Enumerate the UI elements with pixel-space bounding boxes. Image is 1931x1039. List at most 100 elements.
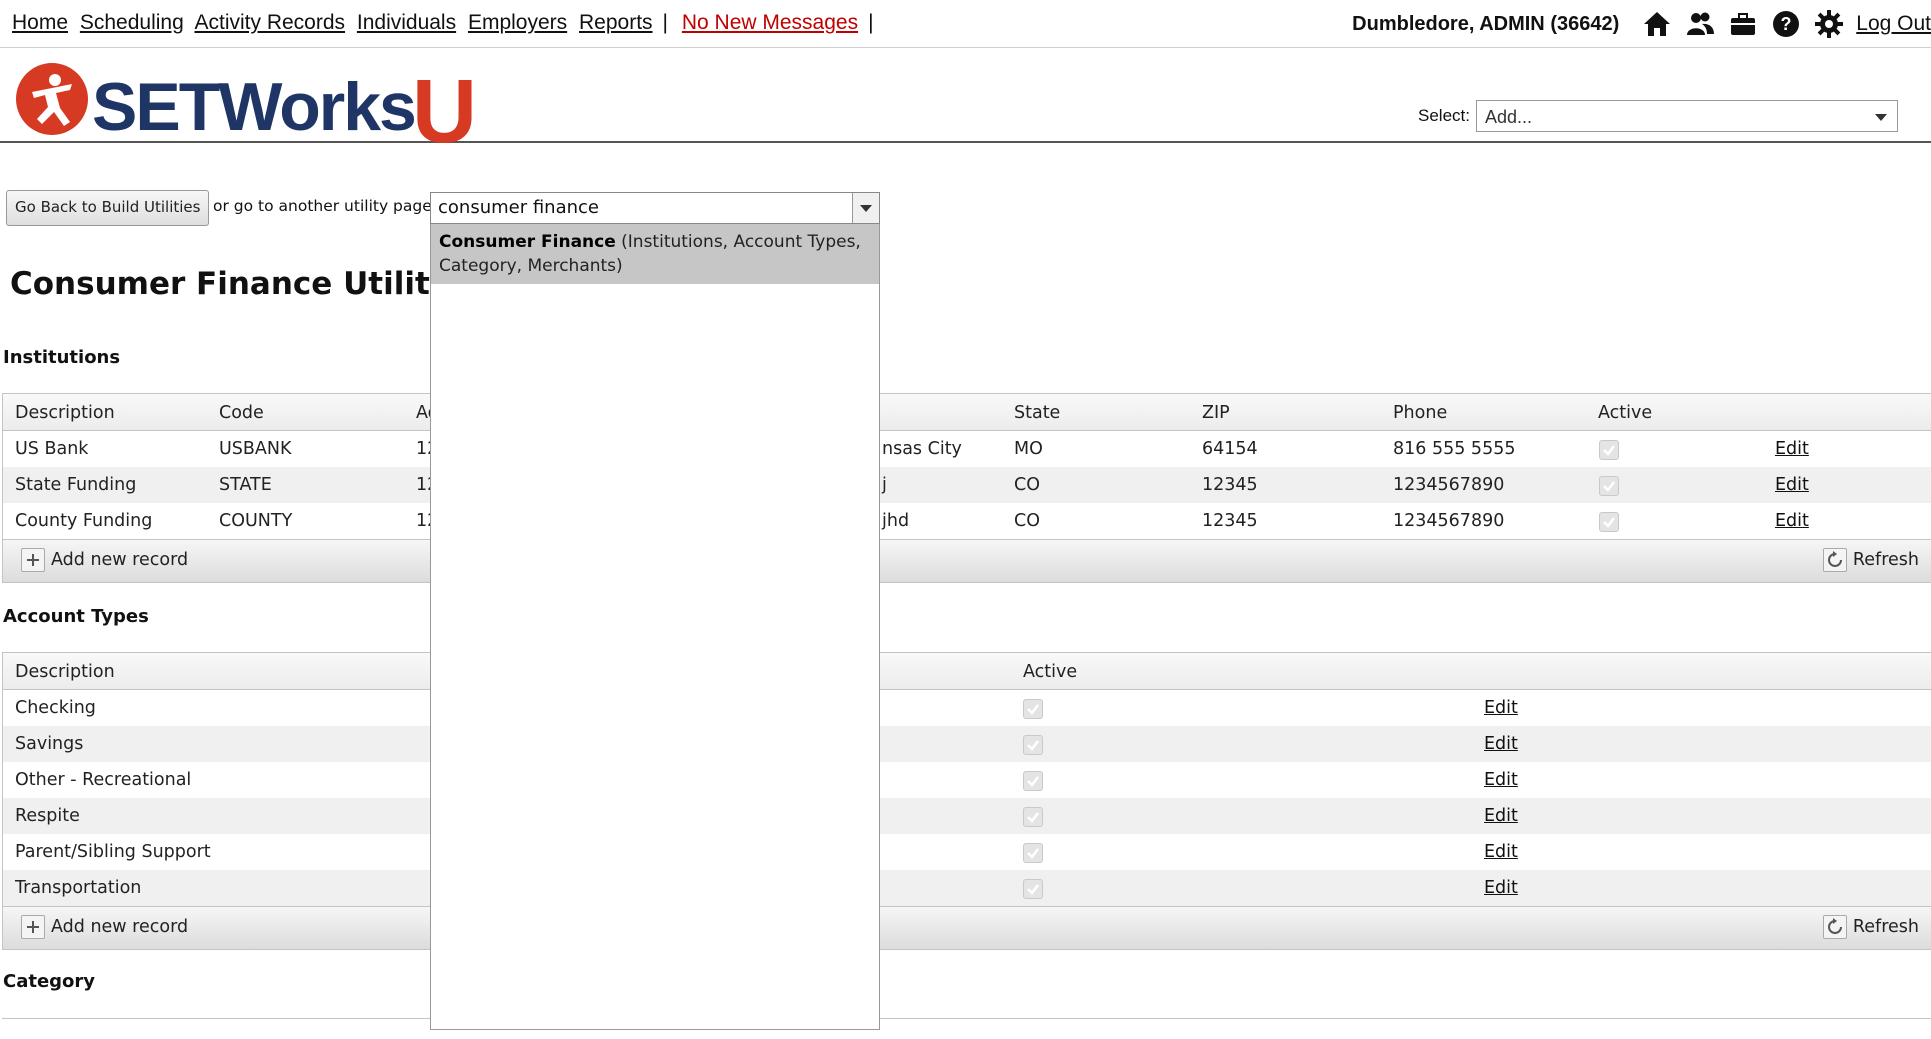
home-icon[interactable] [1642,9,1672,39]
column-header-phone[interactable]: Phone [1393,394,1447,432]
settings-icon[interactable] [1814,9,1844,39]
active-checkbox [1599,512,1619,532]
column-header-active[interactable]: Active [1598,394,1652,432]
cell-state: MO [1014,439,1043,459]
edit-link[interactable]: Edit [1484,726,1518,762]
briefcase-icon[interactable] [1728,9,1758,39]
column-header-code[interactable]: Code [219,394,264,432]
chevron-down-icon [860,205,872,212]
edit-link[interactable]: Edit [1484,834,1518,870]
column-header-state[interactable]: State [1014,394,1060,432]
nav-scheduling-link[interactable]: Scheduling [80,11,184,34]
nav-employers-link[interactable]: Employers [468,11,567,34]
edit-link[interactable]: Edit [1775,467,1809,503]
refresh-button[interactable]: Refresh [1822,915,1919,939]
logo-text: SETWorks [92,69,415,145]
active-checkbox [1023,843,1043,863]
add-record-button[interactable]: Add new record [21,915,188,939]
cell-description: Transportation [15,878,142,898]
active-checkbox [1023,771,1043,791]
refresh-icon [1822,548,1847,572]
main-menu: Home Scheduling Activity Records Individ… [12,11,882,35]
app-header: SETWorks U Select: Add... [0,48,1931,152]
grid-header: Description Active [3,653,1931,690]
cell-code: USBANK [219,439,292,459]
top-navigation-bar: Home Scheduling Activity Records Individ… [0,0,1931,48]
edit-link[interactable]: Edit [1484,690,1518,726]
active-checkbox [1023,807,1043,827]
add-record-label: Add new record [51,550,189,570]
account-types-heading: Account Types [3,606,149,627]
edit-link[interactable]: Edit [1775,431,1809,467]
cell-state: CO [1014,511,1040,531]
nav-separator: | [662,11,668,34]
cell-description: Parent/Sibling Support [15,842,211,862]
utility-page-combobox[interactable]: consumer finance [430,192,880,224]
active-checkbox [1599,440,1619,460]
table-row: Checking Edit [3,690,1931,726]
cell-zip: 64154 [1202,439,1258,459]
people-icon[interactable] [1685,9,1715,39]
option-title: Consumer Finance [439,232,616,252]
nav-reports-link[interactable]: Reports [579,11,653,34]
go-back-button[interactable]: Go Back to Build Utilities [6,190,210,226]
active-checkbox [1023,735,1043,755]
combobox-dropdown-button[interactable] [852,193,879,223]
column-header-zip[interactable]: ZIP [1202,394,1230,432]
add-select-value: Add... [1484,107,1533,127]
account-types-grid: Description Active Checking Edit Savings… [2,652,1931,950]
table-row: Savings Edit [3,726,1931,762]
table-row: County Funding COUNTY 12 jhd CO 12345 12… [3,503,1931,539]
messages-link[interactable]: No New Messages [682,11,858,34]
add-select-group: Select: Add... [1418,100,1898,132]
cell-description: US Bank [15,439,89,459]
refresh-icon [1822,915,1847,939]
active-checkbox [1023,699,1043,719]
grid-header: Description Code Ad State ZIP Phone Acti… [3,394,1931,431]
add-record-label: Add new record [51,917,189,937]
select-label: Select: [1418,106,1470,125]
column-header-active[interactable]: Active [1023,653,1077,691]
column-header-description[interactable]: Description [15,394,115,432]
refresh-label: Refresh [1852,550,1919,570]
institutions-heading: Institutions [3,347,121,368]
logo-u: U [412,62,472,152]
cell-zip: 12345 [1202,475,1258,495]
edit-link[interactable]: Edit [1484,762,1518,798]
nav-individuals-link[interactable]: Individuals [357,11,456,34]
cell-description: Savings [15,734,84,754]
setworks-logo: SETWorks U [16,62,472,152]
plus-icon [21,548,45,572]
add-record-button[interactable]: Add new record [21,548,188,572]
cell-phone: 816 555 5555 [1393,439,1516,459]
table-row: Parent/Sibling Support Edit [3,834,1931,870]
table-row: Transportation Edit [3,870,1931,906]
grid-toolbar: Add new record Refresh [3,539,1931,582]
utility-page-label: or go to another utility page: [213,197,437,215]
cell-description: Other - Recreational [15,770,192,790]
edit-link[interactable]: Edit [1484,870,1518,906]
grid-toolbar: Add new record Refresh [3,906,1931,949]
refresh-button[interactable]: Refresh [1822,548,1919,572]
nav-home-link[interactable]: Home [12,11,68,34]
plus-icon [21,915,45,939]
utility-dropdown-list: Consumer Finance (Institutions, Account … [430,224,880,1030]
category-heading: Category [3,971,96,992]
cell-description: State Funding [15,475,137,495]
help-icon[interactable]: ? [1771,9,1801,39]
utility-search-value: consumer finance [438,197,599,218]
cell-description: County Funding [15,511,153,531]
edit-link[interactable]: Edit [1775,503,1809,539]
cell-zip: 12345 [1202,511,1258,531]
edit-link[interactable]: Edit [1484,798,1518,834]
table-row: Other - Recreational Edit [3,762,1931,798]
svg-text:?: ? [1781,14,1792,34]
dropdown-option-consumer-finance[interactable]: Consumer Finance (Institutions, Account … [431,224,879,284]
logout-link[interactable]: Log Out [1856,12,1931,36]
nav-activity-records-link[interactable]: Activity Records [194,11,345,34]
user-name-text: Dumbledore, ADMIN [1352,12,1545,35]
cell-city: j [882,475,887,495]
category-grid [2,1018,1931,1039]
add-select[interactable]: Add... [1475,100,1898,132]
column-header-description[interactable]: Description [15,653,115,691]
